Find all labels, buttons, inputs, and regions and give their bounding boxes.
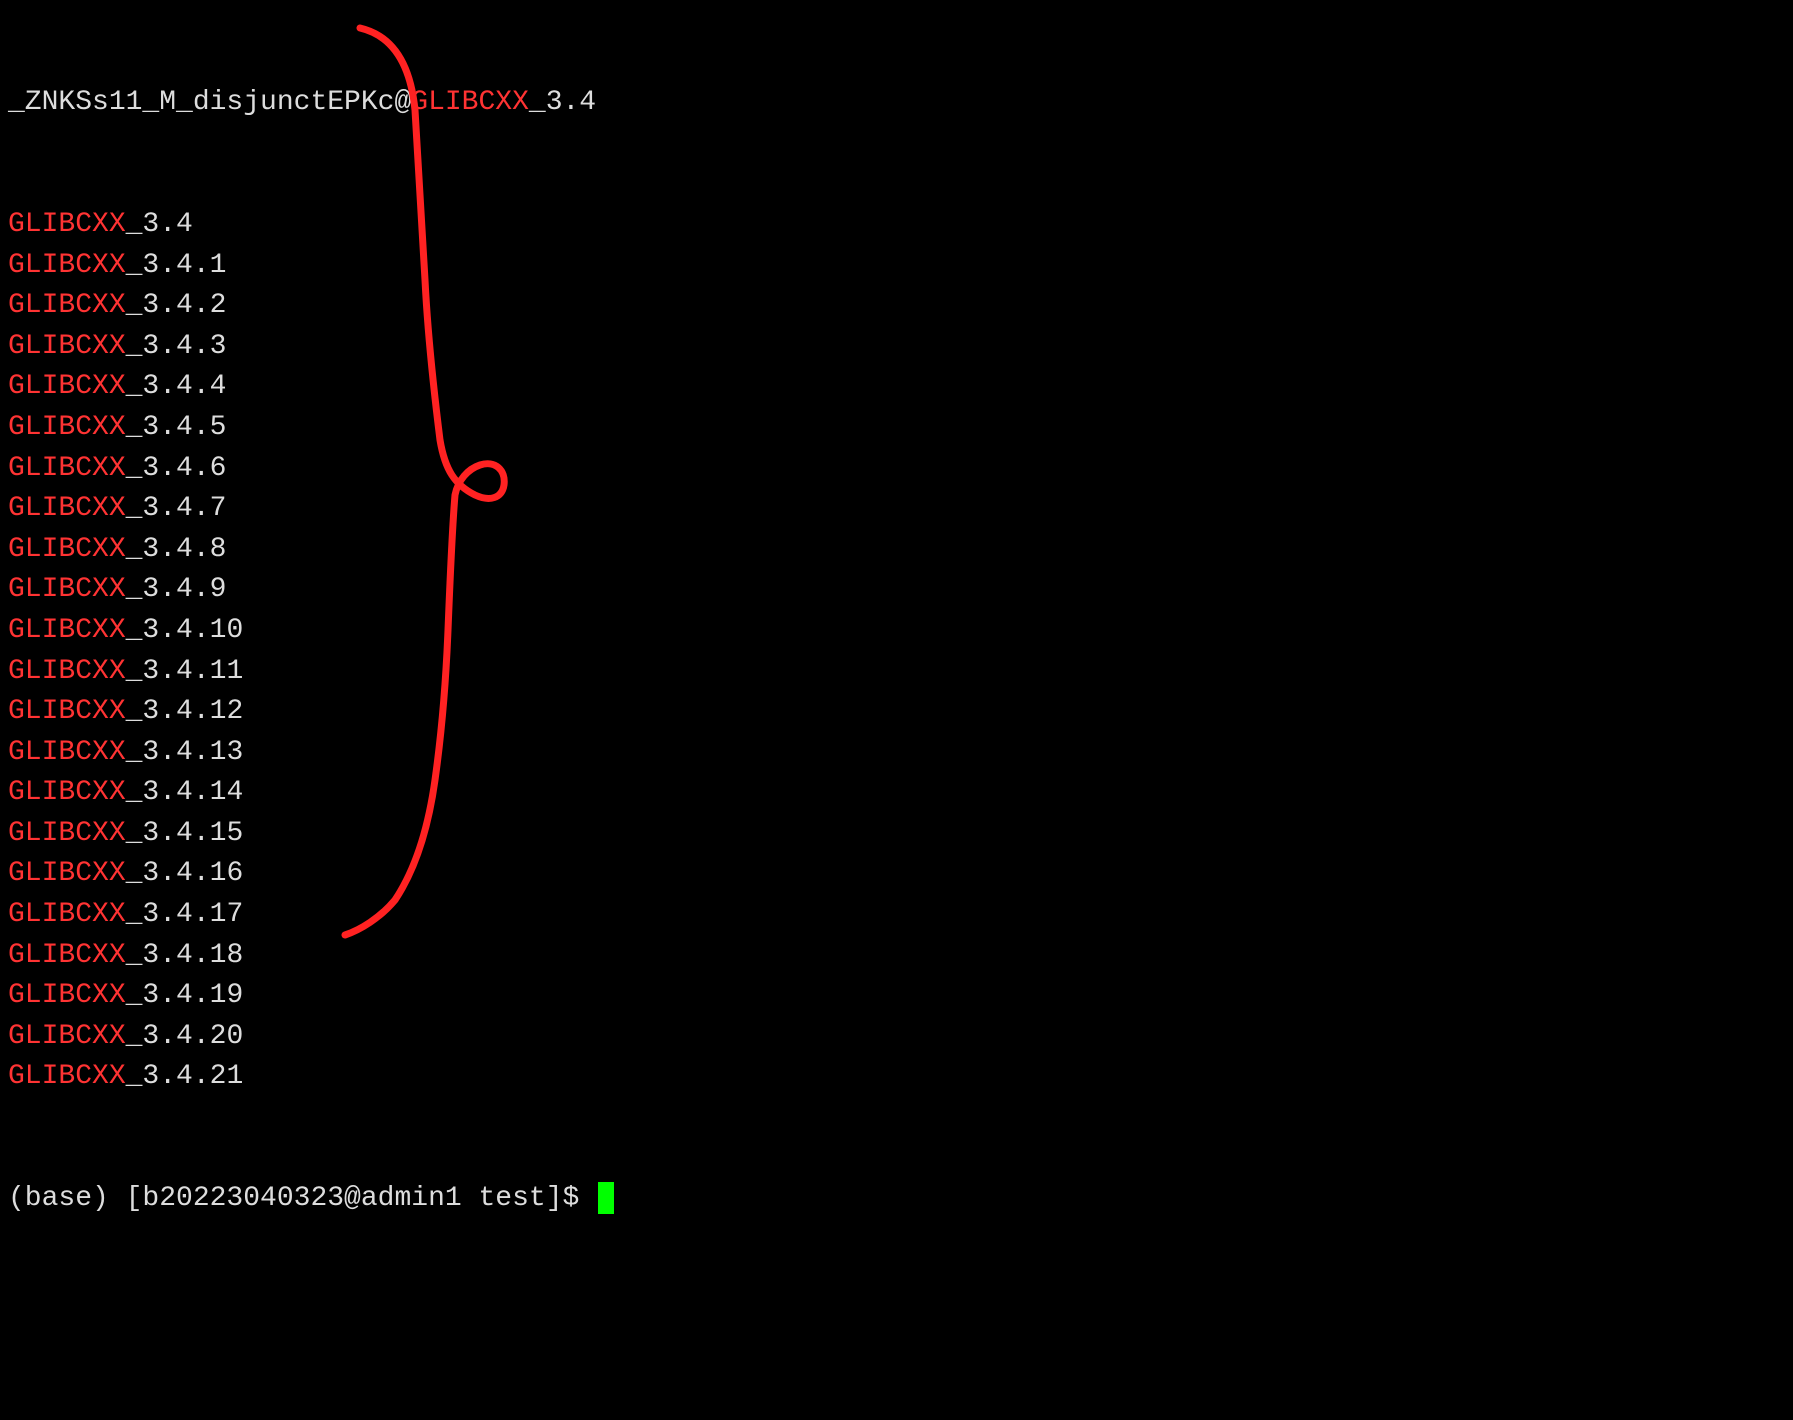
version-highlight: GLIBCXX	[8, 899, 126, 930]
version-suffix: _3.4.15	[126, 818, 244, 849]
terminal-output[interactable]: _ZNKSs11_M_disjunctEPKc@GLIBCXX_3.4 GLIB…	[0, 0, 1793, 1262]
version-suffix: _3.4.10	[126, 615, 244, 646]
version-highlight: GLIBCXX	[8, 493, 126, 524]
version-suffix: _3.4.11	[126, 656, 244, 687]
version-highlight: GLIBCXX	[8, 656, 126, 687]
version-suffix: _3.4.20	[126, 1021, 244, 1052]
version-suffix: _3.4.21	[126, 1061, 244, 1092]
version-line: GLIBCXX_3.4.12	[8, 692, 1785, 733]
version-highlight: GLIBCXX	[8, 615, 126, 646]
version-suffix: _3.4.9	[126, 574, 227, 605]
version-highlight: GLIBCXX	[8, 858, 126, 889]
symbol-suffix: _3.4	[529, 87, 596, 118]
version-highlight: GLIBCXX	[8, 818, 126, 849]
version-highlight: GLIBCXX	[8, 574, 126, 605]
version-line: GLIBCXX_3.4.20	[8, 1017, 1785, 1058]
version-suffix: _3.4.4	[126, 371, 227, 402]
version-line: GLIBCXX_3.4.8	[8, 530, 1785, 571]
version-line: GLIBCXX_3.4.15	[8, 814, 1785, 855]
version-line: GLIBCXX_3.4.13	[8, 733, 1785, 774]
version-line: GLIBCXX_3.4.16	[8, 854, 1785, 895]
version-suffix: _3.4.2	[126, 290, 227, 321]
version-suffix: _3.4.6	[126, 453, 227, 484]
version-highlight: GLIBCXX	[8, 737, 126, 768]
version-suffix: _3.4.18	[126, 940, 244, 971]
cursor-icon[interactable]	[598, 1182, 614, 1214]
version-list: GLIBCXX_3.4GLIBCXX_3.4.1GLIBCXX_3.4.2GLI…	[8, 205, 1785, 1098]
version-suffix: _3.4.12	[126, 696, 244, 727]
version-highlight: GLIBCXX	[8, 777, 126, 808]
version-line: GLIBCXX_3.4.19	[8, 976, 1785, 1017]
version-highlight: GLIBCXX	[8, 371, 126, 402]
version-highlight: GLIBCXX	[8, 412, 126, 443]
version-highlight: GLIBCXX	[8, 940, 126, 971]
symbol-prefix: _ZNKSs11_M_disjunctEPKc@	[8, 87, 411, 118]
version-suffix: _3.4.8	[126, 534, 227, 565]
symbol-highlight: GLIBCXX	[411, 87, 529, 118]
version-highlight: GLIBCXX	[8, 331, 126, 362]
version-suffix: _3.4.3	[126, 331, 227, 362]
version-highlight: GLIBCXX	[8, 209, 126, 240]
version-line: GLIBCXX_3.4.5	[8, 408, 1785, 449]
version-line: GLIBCXX_3.4.9	[8, 570, 1785, 611]
version-suffix: _3.4.7	[126, 493, 227, 524]
symbol-line: _ZNKSs11_M_disjunctEPKc@GLIBCXX_3.4	[8, 83, 1785, 124]
version-line: GLIBCXX_3.4.11	[8, 652, 1785, 693]
version-highlight: GLIBCXX	[8, 696, 126, 727]
version-highlight: GLIBCXX	[8, 250, 126, 281]
version-line: GLIBCXX_3.4.21	[8, 1057, 1785, 1098]
version-suffix: _3.4.17	[126, 899, 244, 930]
version-line: GLIBCXX_3.4.7	[8, 489, 1785, 530]
version-line: GLIBCXX_3.4.4	[8, 367, 1785, 408]
version-suffix: _3.4.16	[126, 858, 244, 889]
version-suffix: _3.4.1	[126, 250, 227, 281]
version-line: GLIBCXX_3.4	[8, 205, 1785, 246]
version-suffix: _3.4.14	[126, 777, 244, 808]
version-line: GLIBCXX_3.4.3	[8, 327, 1785, 368]
shell-prompt[interactable]: (base) [b20223040323@admin1 test]$	[8, 1183, 596, 1214]
version-line: GLIBCXX_3.4.10	[8, 611, 1785, 652]
version-line: GLIBCXX_3.4.6	[8, 449, 1785, 490]
version-highlight: GLIBCXX	[8, 980, 126, 1011]
version-suffix: _3.4	[126, 209, 193, 240]
version-suffix: _3.4.19	[126, 980, 244, 1011]
version-highlight: GLIBCXX	[8, 290, 126, 321]
version-highlight: GLIBCXX	[8, 453, 126, 484]
version-highlight: GLIBCXX	[8, 1021, 126, 1052]
version-line: GLIBCXX_3.4.1	[8, 246, 1785, 287]
shell-prompt-line: (base) [b20223040323@admin1 test]$	[8, 1179, 1785, 1220]
version-line: GLIBCXX_3.4.14	[8, 773, 1785, 814]
version-line: GLIBCXX_3.4.18	[8, 936, 1785, 977]
version-highlight: GLIBCXX	[8, 534, 126, 565]
version-highlight: GLIBCXX	[8, 1061, 126, 1092]
version-line: GLIBCXX_3.4.2	[8, 286, 1785, 327]
version-suffix: _3.4.13	[126, 737, 244, 768]
version-line: GLIBCXX_3.4.17	[8, 895, 1785, 936]
version-suffix: _3.4.5	[126, 412, 227, 443]
